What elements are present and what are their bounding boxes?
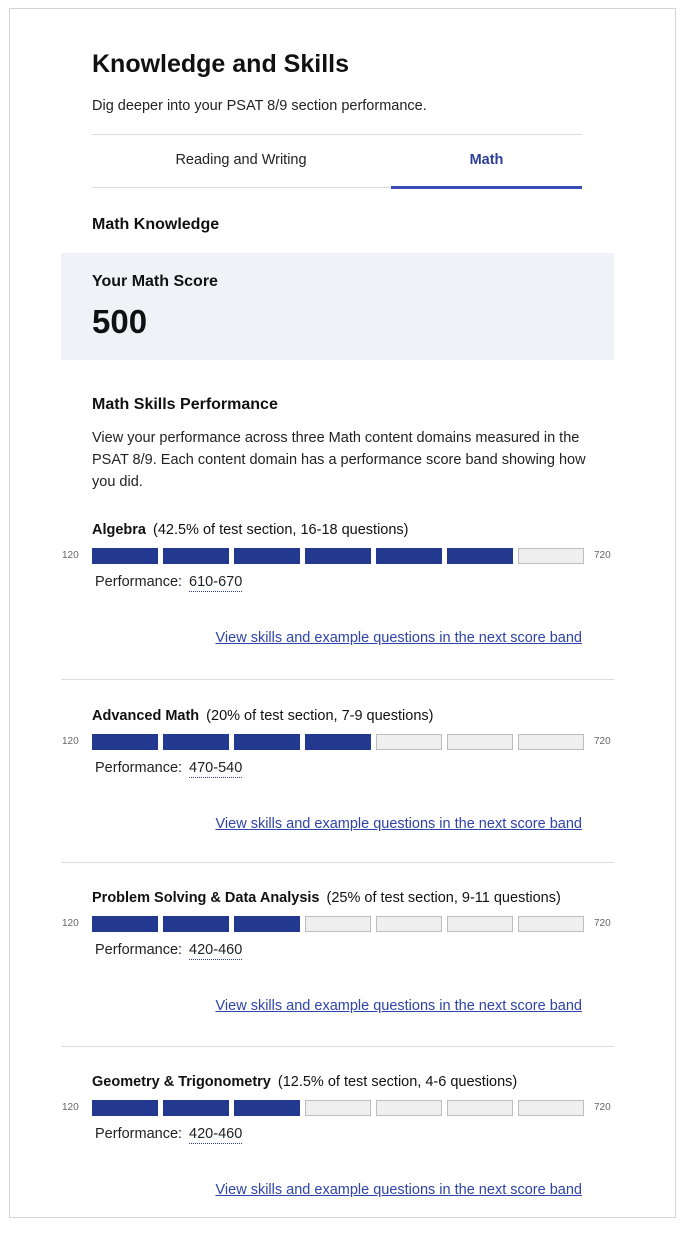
score-band-segment-filled [92,916,158,932]
domain-problem-solving-data-analysis: Problem Solving & Data Analysis (25% of t… [0,890,686,1050]
score-band-segment-empty [376,734,442,750]
score-band-segment-empty [376,916,442,932]
domain-advanced-math: Advanced Math (20% of test section, 7-9 q… [0,708,686,868]
score-band-segment-filled [163,1100,229,1116]
score-band-segment-filled [163,916,229,932]
next-score-band-link[interactable]: View skills and example questions in the… [216,630,582,646]
divider [61,679,614,680]
score-card: Your Math Score 500 [61,253,614,360]
domain-algebra: Algebra (42.5% of test section, 16-18 que… [0,522,686,682]
next-score-band-link[interactable]: View skills and example questions in the… [216,816,582,832]
section-heading: Math Knowledge [92,216,220,233]
score-band-bar [92,734,584,750]
tab-math[interactable]: Math [391,152,582,168]
performance-label: Performance: [95,574,183,590]
active-tab-indicator [391,186,582,189]
tabs-top-divider [92,134,582,135]
page-title: Knowledge and Skills [92,50,349,78]
score-band-segment-empty [518,1100,584,1116]
domain-name: Advanced Math [92,708,200,724]
divider [61,862,614,863]
score-band-segment-filled [305,548,371,564]
score-band-segment-filled [305,734,371,750]
score-band-segment-filled [92,734,158,750]
score-band-segment-empty [518,734,584,750]
page-subtitle: Dig deeper into your PSAT 8/9 section pe… [92,98,427,114]
performance-label: Performance: [95,942,183,958]
performance-line: Performance: 470-540 [95,760,243,778]
performance-range[interactable]: 610-670 [189,574,243,592]
domain-name: Geometry & Trigonometry [92,1074,271,1090]
skills-performance-description: View your performance across three Math … [92,430,586,490]
next-score-band-link[interactable]: View skills and example questions in the… [216,998,582,1014]
scale-max-label: 720 [594,918,611,929]
divider [61,1046,614,1047]
score-band-segment-filled [234,916,300,932]
scale-min-label: 120 [62,918,79,929]
scale-max-label: 720 [594,1102,611,1113]
score-label: Your Math Score [92,273,218,290]
score-band-segment-filled [234,1100,300,1116]
score-band-segment-filled [447,548,513,564]
scale-max-label: 720 [594,550,611,561]
performance-line: Performance: 610-670 [95,574,243,592]
score-band-segment-empty [518,916,584,932]
score-band-segment-empty [518,548,584,564]
score-band-segment-empty [376,1100,442,1116]
domain-meta: (42.5% of test section, 16-18 questions) [153,522,409,538]
domain-name: Algebra [92,522,146,538]
performance-range[interactable]: 470-540 [189,760,243,778]
scale-min-label: 120 [62,1102,79,1113]
score-band-segment-empty [447,734,513,750]
score-band-segment-filled [376,548,442,564]
domain-title: Algebra (42.5% of test section, 16-18 que… [92,522,409,538]
performance-label: Performance: [95,1126,183,1142]
domain-title: Problem Solving & Data Analysis (25% of t… [92,890,561,906]
score-band-segment-filled [163,734,229,750]
performance-label: Performance: [95,760,183,776]
domain-name: Problem Solving & Data Analysis [92,890,320,906]
scale-min-label: 120 [62,550,79,561]
score-band-bar [92,1100,584,1116]
performance-range[interactable]: 420-460 [189,1126,243,1144]
performance-line: Performance: 420-460 [95,942,243,960]
score-band-segment-empty [305,916,371,932]
performance-line: Performance: 420-460 [95,1126,243,1144]
next-score-band-link[interactable]: View skills and example questions in the… [216,1182,582,1198]
score-band-segment-filled [163,548,229,564]
score-value: 500 [92,303,148,340]
scale-max-label: 720 [594,736,611,747]
performance-range[interactable]: 420-460 [189,942,243,960]
score-band-segment-filled [92,548,158,564]
domain-meta: (25% of test section, 9-11 questions) [326,890,561,906]
domain-meta: (12.5% of test section, 4-6 questions) [277,1074,518,1090]
score-band-bar [92,916,584,932]
score-band-segment-filled [234,548,300,564]
score-band-segment-filled [92,1100,158,1116]
score-band-segment-filled [234,734,300,750]
domain-geometry-trigonometry: Geometry & Trigonometry (12.5% of test se… [0,1074,686,1234]
tab-reading-and-writing[interactable]: Reading and Writing [92,152,390,168]
score-band-segment-empty [447,916,513,932]
scale-min-label: 120 [62,736,79,747]
score-band-segment-empty [305,1100,371,1116]
score-band-segment-empty [447,1100,513,1116]
domain-meta: (20% of test section, 7-9 questions) [206,708,434,724]
score-band-bar [92,548,584,564]
skills-performance-heading: Math Skills Performance [92,396,278,413]
domain-title: Geometry & Trigonometry (12.5% of test se… [92,1074,517,1090]
domain-title: Advanced Math (20% of test section, 7-9 q… [92,708,433,724]
